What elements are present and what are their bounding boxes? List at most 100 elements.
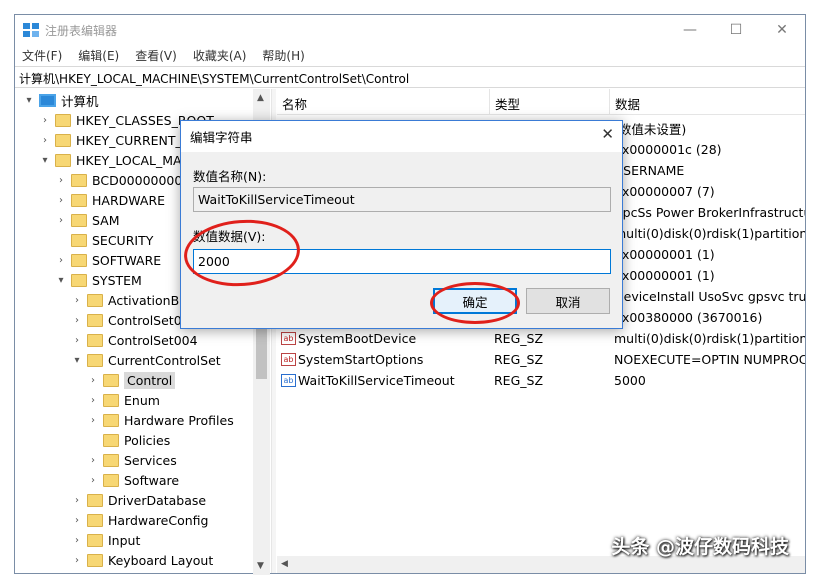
tree-item[interactable]: › SOFTWARE (55, 250, 161, 270)
minimize-button[interactable]: — (667, 15, 713, 45)
folder-icon (71, 273, 87, 287)
tree-item[interactable]: › HKEY_CURRENT_U (39, 130, 191, 150)
tree-item-label: HKEY_LOCAL_MAC (76, 152, 191, 168)
expand-icon[interactable]: › (87, 375, 99, 386)
string-value-icon: ab (281, 353, 296, 366)
value-row[interactable]: ab WaitToKillServiceTimeout REG_SZ 5000 (277, 370, 805, 391)
folder-icon (55, 113, 71, 127)
collapse-icon[interactable]: ▾ (39, 155, 51, 166)
folder-icon (55, 133, 71, 147)
tree-item-label: Hardware Profiles (124, 412, 234, 428)
expand-icon[interactable]: › (55, 195, 67, 206)
scroll-up-icon[interactable]: ▲ (257, 93, 264, 103)
expand-icon[interactable]: › (39, 115, 51, 126)
tree-item[interactable]: › ActivationBro (71, 290, 192, 310)
column-header-data[interactable]: 数据 (615, 94, 640, 113)
menu-favorites[interactable]: 收藏夹(A) (185, 45, 255, 65)
tree-item-label: Enum (124, 392, 160, 408)
value-name-text: SystemStartOptions (298, 352, 424, 367)
value-type-cell: REG_SZ (494, 373, 544, 388)
expand-icon[interactable]: › (55, 255, 67, 266)
tree-item-label: Software (124, 472, 180, 488)
value-data-cell: 0x00000007 (7) (614, 184, 715, 199)
tree-item[interactable]: ▾ CurrentControlSet (71, 350, 220, 370)
folder-icon (87, 493, 103, 507)
tree-item[interactable]: › SAM (55, 210, 120, 230)
folder-icon (87, 513, 103, 527)
expand-icon[interactable]: › (71, 315, 83, 326)
expand-icon[interactable]: › (71, 495, 83, 506)
tree-item[interactable]: › Hardware Profiles (87, 410, 234, 430)
expand-icon[interactable]: › (39, 135, 51, 146)
value-row[interactable]: ab SystemStartOptions REG_SZ NOEXECUTE=OPT… (277, 349, 805, 370)
collapse-icon[interactable]: ▾ (23, 95, 35, 106)
tree-item[interactable]: Policies (87, 430, 170, 450)
menu-edit[interactable]: 编辑(E) (70, 45, 127, 65)
tree-item-label: Keyboard Layout (108, 552, 214, 568)
tree-item-label: ControlSet00 (108, 312, 190, 328)
tree-item-label: Policies (124, 432, 171, 448)
expand-icon[interactable]: › (71, 515, 83, 526)
folder-icon (103, 473, 119, 487)
tree-item[interactable]: › HardwareConfig (71, 510, 208, 530)
column-separator[interactable] (489, 89, 490, 115)
tree-item[interactable]: ▾ SYSTEM (55, 270, 141, 290)
tree-item[interactable]: › ControlSet004 (71, 330, 198, 350)
tree-item[interactable]: ▾ 计算机 (23, 90, 99, 110)
maximize-button[interactable]: ☐ (713, 15, 759, 45)
value-data-cell: NOEXECUTE=OPTIN NUMPROC (614, 352, 805, 367)
tree-item[interactable]: › BCD00000000 (55, 170, 182, 190)
menu-help[interactable]: 帮助(H) (254, 45, 312, 65)
tree-item[interactable]: › Input (71, 530, 140, 550)
expand-icon[interactable]: › (87, 455, 99, 466)
expand-icon[interactable]: › (71, 555, 83, 566)
cancel-button[interactable]: 取消 (526, 288, 610, 314)
value-name-cell: ab SystemStartOptions (281, 352, 423, 367)
window-title: 注册表编辑器 (45, 24, 118, 38)
expand-icon[interactable]: › (71, 295, 83, 306)
tree-item-label: BCD00000000 (92, 172, 183, 188)
tree-item[interactable]: ▾ HKEY_LOCAL_MAC (39, 150, 190, 170)
expand-icon[interactable]: › (87, 395, 99, 406)
list-header: 名称 类型 数据 (277, 89, 805, 115)
expand-icon[interactable]: › (87, 475, 99, 486)
value-data-cell: 0x00000001 (1) (614, 247, 715, 262)
scroll-down-icon[interactable]: ▼ (257, 561, 264, 571)
tree-item[interactable]: › Services (87, 450, 177, 470)
tree-item[interactable]: › Software (87, 470, 179, 490)
column-separator[interactable] (609, 89, 610, 115)
dialog-close-icon[interactable]: ✕ (601, 125, 614, 143)
collapse-icon[interactable]: ▾ (71, 355, 83, 366)
collapse-icon[interactable]: ▾ (55, 275, 67, 286)
menu-view[interactable]: 查看(V) (127, 45, 185, 65)
tree-item-label: ControlSet004 (108, 332, 198, 348)
value-name-text: SystemBootDevice (298, 331, 417, 346)
expand-icon[interactable]: › (55, 175, 67, 186)
tree-item-label: HardwareConfig (108, 512, 209, 528)
tree-item-label: DriverDatabase (108, 492, 207, 508)
value-row[interactable]: ab SystemBootDevice REG_SZ multi(0)disk(0)r… (277, 328, 805, 349)
column-header-type[interactable]: 类型 (495, 94, 520, 113)
expand-icon[interactable]: › (55, 215, 67, 226)
tree-item[interactable]: › Keyboard Layout (71, 550, 213, 570)
expand-icon[interactable]: › (71, 335, 83, 346)
scroll-left-icon[interactable]: ◀ (281, 559, 288, 569)
column-header-name[interactable]: 名称 (282, 94, 307, 113)
folder-icon (87, 313, 103, 327)
tree-item[interactable]: › Control (87, 370, 176, 390)
address-bar[interactable]: 计算机\HKEY_LOCAL_MACHINE\SYSTEM\CurrentCon… (15, 66, 805, 88)
tree-item[interactable]: › HARDWARE (55, 190, 165, 210)
tree-item[interactable]: › ControlSet00 (71, 310, 190, 330)
expand-icon[interactable]: › (71, 535, 83, 546)
expand-icon[interactable]: › (87, 415, 99, 426)
tree-item[interactable]: › DriverDatabase (71, 490, 206, 510)
minimize-icon: — (683, 22, 697, 38)
tree-item-label: 计算机 (61, 93, 99, 109)
tree-item[interactable]: SECURITY (55, 230, 153, 250)
tree-item[interactable]: › Enum (87, 390, 160, 410)
value-type-cell: REG_SZ (494, 331, 544, 346)
title-bar: 注册表编辑器 — ☐ ✕ (15, 15, 805, 45)
menu-file[interactable]: 文件(F) (15, 45, 70, 65)
value-name-label: 数值名称(N): (193, 169, 267, 184)
close-button[interactable]: ✕ (759, 15, 805, 45)
